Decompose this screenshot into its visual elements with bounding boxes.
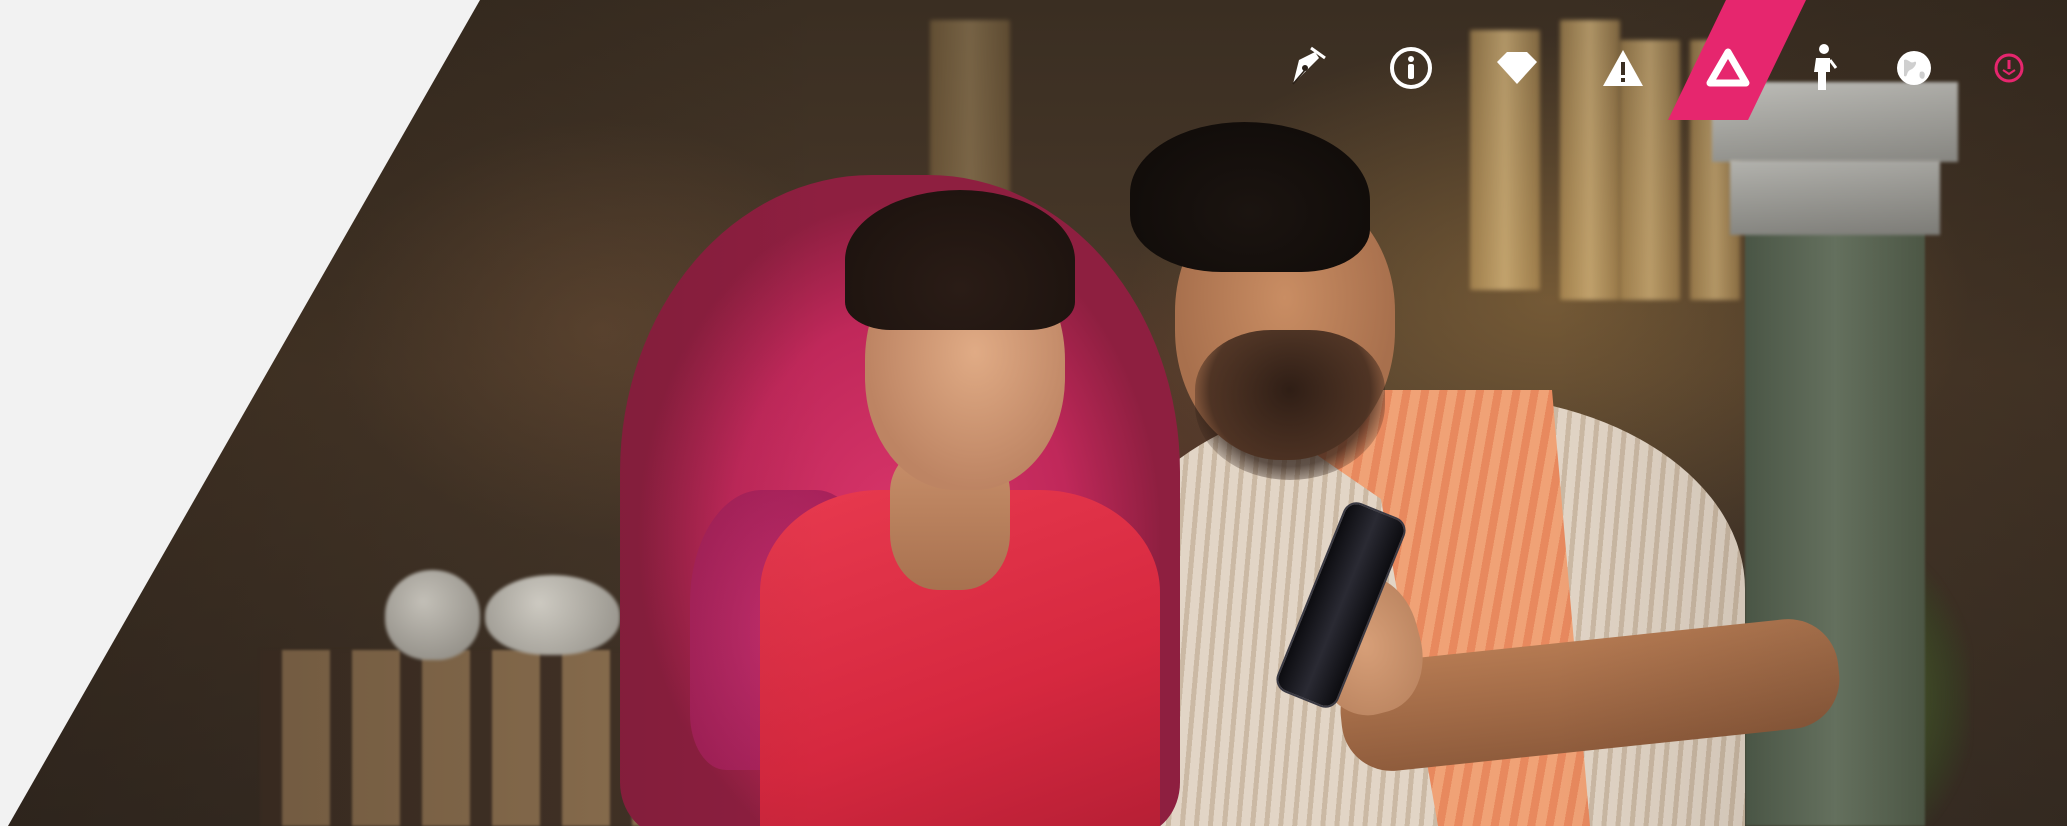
nav-item-pen-nib[interactable] bbox=[1281, 42, 1333, 94]
power-icon bbox=[1994, 53, 2024, 83]
nav-item-warning[interactable] bbox=[1597, 42, 1649, 94]
nav-item-diamond[interactable] bbox=[1491, 42, 1543, 94]
warning-triangle-icon bbox=[1603, 50, 1643, 86]
person-standing-icon bbox=[1814, 44, 1838, 90]
nav-item-globe[interactable] bbox=[1888, 42, 1940, 94]
triangle-outline-icon bbox=[1706, 48, 1750, 87]
nav-item-person[interactable] bbox=[1796, 42, 1848, 94]
info-circle-icon bbox=[1390, 47, 1432, 89]
page bbox=[0, 0, 2067, 826]
globe-icon bbox=[1897, 51, 1931, 85]
pen-nib-icon bbox=[1292, 46, 1326, 85]
nav-item-info[interactable] bbox=[1385, 42, 1437, 94]
nav-item-triangle[interactable] bbox=[1702, 42, 1754, 94]
top-icon-nav bbox=[0, 0, 2067, 130]
diamond-icon bbox=[1497, 52, 1537, 84]
nav-item-power[interactable] bbox=[1983, 42, 2035, 94]
